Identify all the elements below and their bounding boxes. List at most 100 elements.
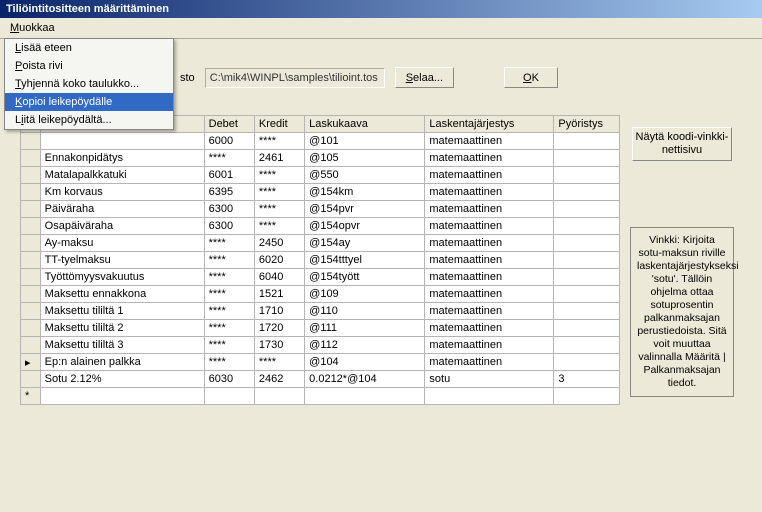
cell-name[interactable]: Matalapalkkatuki: [40, 167, 204, 184]
data-grid[interactable]: Debet Kredit Laskukaava Laskentajärjesty…: [20, 115, 620, 405]
cell-laskentajarjestys[interactable]: matemaattinen: [425, 133, 554, 150]
table-row[interactable]: *: [21, 388, 620, 405]
selaa-button[interactable]: Selaa...: [395, 67, 454, 88]
table-row[interactable]: Osapäiväraha6300****@154opvrmatemaattine…: [21, 218, 620, 235]
cell-kredit[interactable]: 1521: [254, 286, 304, 303]
cell-laskukaava[interactable]: @112: [305, 337, 425, 354]
cell-laskukaava[interactable]: [305, 388, 425, 405]
cell-laskukaava[interactable]: @154opvr: [305, 218, 425, 235]
cell-kredit[interactable]: ****: [254, 201, 304, 218]
table-row[interactable]: Km korvaus6395****@154kmmatemaattinen: [21, 184, 620, 201]
cell-pyoristys[interactable]: [554, 337, 620, 354]
cell-kredit[interactable]: 1730: [254, 337, 304, 354]
menu-muokkaa[interactable]: Muokkaa: [4, 20, 61, 36]
cell-debet[interactable]: ****: [204, 252, 254, 269]
table-row[interactable]: Päiväraha6300****@154pvrmatemaattinen: [21, 201, 620, 218]
menu-lisaa-eteen[interactable]: Lisää eteen: [5, 39, 173, 57]
cell-kredit[interactable]: ****: [254, 218, 304, 235]
cell-pyoristys[interactable]: [554, 354, 620, 371]
menu-tyhjenna[interactable]: Tyhjennä koko taulukko...: [5, 75, 173, 93]
col-laskukaava[interactable]: Laskukaava: [305, 116, 425, 133]
cell-debet[interactable]: ****: [204, 303, 254, 320]
cell-kredit[interactable]: [254, 388, 304, 405]
cell-pyoristys[interactable]: [554, 218, 620, 235]
cell-kredit[interactable]: 1720: [254, 320, 304, 337]
cell-laskukaava[interactable]: @154tttyel: [305, 252, 425, 269]
cell-laskukaava[interactable]: @101: [305, 133, 425, 150]
cell-debet[interactable]: 6001: [204, 167, 254, 184]
cell-laskukaava[interactable]: @154tyött: [305, 269, 425, 286]
cell-pyoristys[interactable]: [554, 252, 620, 269]
col-laskentajarjestys[interactable]: Laskentajärjestys: [425, 116, 554, 133]
cell-name[interactable]: Sotu 2.12%: [40, 371, 204, 388]
cell-laskentajarjestys[interactable]: matemaattinen: [425, 167, 554, 184]
table-row[interactable]: Ennakonpidätys****2461@105matemaattinen: [21, 150, 620, 167]
table-row[interactable]: Maksettu tililtä 2****1720@111matemaatti…: [21, 320, 620, 337]
cell-laskukaava[interactable]: @550: [305, 167, 425, 184]
cell-pyoristys[interactable]: [554, 320, 620, 337]
cell-laskukaava[interactable]: @154pvr: [305, 201, 425, 218]
cell-laskukaava[interactable]: @105: [305, 150, 425, 167]
cell-debet[interactable]: [204, 388, 254, 405]
cell-name[interactable]: [40, 133, 204, 150]
cell-debet[interactable]: 6000: [204, 133, 254, 150]
cell-pyoristys[interactable]: [554, 167, 620, 184]
show-code-tip-button[interactable]: Näytä koodi-vinkki-nettisivu: [632, 127, 732, 161]
cell-name[interactable]: Työttömyysvakuutus: [40, 269, 204, 286]
table-row[interactable]: 6000****@101matemaattinen: [21, 133, 620, 150]
cell-laskentajarjestys[interactable]: matemaattinen: [425, 269, 554, 286]
cell-kredit[interactable]: 2461: [254, 150, 304, 167]
cell-laskentajarjestys[interactable]: sotu: [425, 371, 554, 388]
table-row[interactable]: Maksettu tililtä 1****1710@110matemaatti…: [21, 303, 620, 320]
ok-button[interactable]: OK: [504, 67, 558, 88]
cell-pyoristys[interactable]: 3: [554, 371, 620, 388]
menu-poista-rivi[interactable]: Poista rivi: [5, 57, 173, 75]
cell-name[interactable]: Maksettu tililtä 1: [40, 303, 204, 320]
cell-name[interactable]: Päiväraha: [40, 201, 204, 218]
cell-kredit[interactable]: ****: [254, 133, 304, 150]
cell-debet[interactable]: ****: [204, 286, 254, 303]
cell-laskentajarjestys[interactable]: matemaattinen: [425, 218, 554, 235]
cell-pyoristys[interactable]: [554, 201, 620, 218]
table-row[interactable]: Sotu 2.12%603024620.0212*@104sotu3: [21, 371, 620, 388]
cell-debet[interactable]: ****: [204, 269, 254, 286]
cell-laskukaava[interactable]: @154ay: [305, 235, 425, 252]
cell-debet[interactable]: ****: [204, 320, 254, 337]
cell-debet[interactable]: 6395: [204, 184, 254, 201]
cell-name[interactable]: Osapäiväraha: [40, 218, 204, 235]
cell-name[interactable]: Ennakonpidätys: [40, 150, 204, 167]
table-row[interactable]: Matalapalkkatuki6001****@550matemaattine…: [21, 167, 620, 184]
table-row[interactable]: TT-tyelmaksu****6020@154tttyelmatemaatti…: [21, 252, 620, 269]
cell-name[interactable]: Ay-maksu: [40, 235, 204, 252]
cell-laskentajarjestys[interactable]: matemaattinen: [425, 337, 554, 354]
cell-laskukaava[interactable]: @104: [305, 354, 425, 371]
cell-name[interactable]: [40, 388, 204, 405]
cell-laskentajarjestys[interactable]: matemaattinen: [425, 235, 554, 252]
cell-kredit[interactable]: 2462: [254, 371, 304, 388]
cell-debet[interactable]: 6300: [204, 218, 254, 235]
cell-laskentajarjestys[interactable]: matemaattinen: [425, 252, 554, 269]
cell-pyoristys[interactable]: [554, 235, 620, 252]
cell-debet[interactable]: ****: [204, 235, 254, 252]
table-row[interactable]: Maksettu tililtä 3****1730@112matemaatti…: [21, 337, 620, 354]
col-kredit[interactable]: Kredit: [254, 116, 304, 133]
cell-name[interactable]: Maksettu ennakkona: [40, 286, 204, 303]
cell-kredit[interactable]: 6020: [254, 252, 304, 269]
cell-pyoristys[interactable]: [554, 286, 620, 303]
cell-pyoristys[interactable]: [554, 303, 620, 320]
cell-laskukaava[interactable]: @109: [305, 286, 425, 303]
cell-laskentajarjestys[interactable]: matemaattinen: [425, 184, 554, 201]
cell-pyoristys[interactable]: [554, 133, 620, 150]
cell-name[interactable]: Maksettu tililtä 3: [40, 337, 204, 354]
cell-debet[interactable]: 6030: [204, 371, 254, 388]
cell-debet[interactable]: ****: [204, 150, 254, 167]
col-debet[interactable]: Debet: [204, 116, 254, 133]
cell-laskukaava[interactable]: @111: [305, 320, 425, 337]
cell-pyoristys[interactable]: [554, 388, 620, 405]
cell-name[interactable]: Ep:n alainen palkka: [40, 354, 204, 371]
cell-kredit[interactable]: ****: [254, 184, 304, 201]
table-row[interactable]: Ay-maksu****2450@154aymatemaattinen: [21, 235, 620, 252]
cell-kredit[interactable]: ****: [254, 167, 304, 184]
cell-pyoristys[interactable]: [554, 150, 620, 167]
cell-laskentajarjestys[interactable]: matemaattinen: [425, 150, 554, 167]
